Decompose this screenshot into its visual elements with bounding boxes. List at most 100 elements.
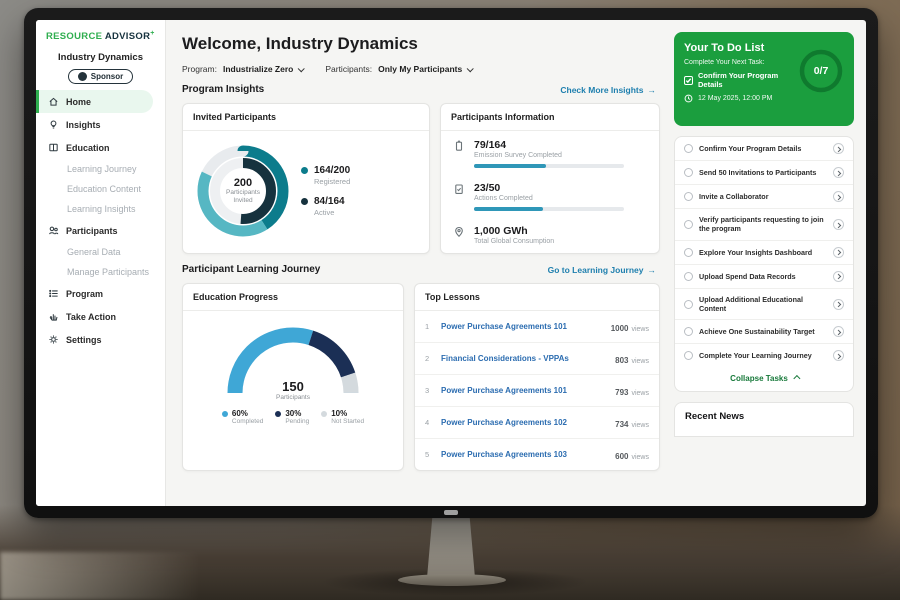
lesson-row[interactable]: 1 Power Purchase Agreements 101 1000view… [415,311,659,343]
sidebar-item-education[interactable]: Education [36,136,165,159]
chevron-right-icon[interactable] [833,167,844,178]
task-checkbox-icon[interactable] [684,220,693,229]
sidebar-item-settings[interactable]: Settings [36,328,165,351]
lesson-rank: 3 [425,386,433,395]
program-filter-label: Program: [182,64,217,74]
app-logo: RESOURCE ADVISOR+ [36,30,165,42]
sidebar-item-learning-journey[interactable]: Learning Journey [36,159,165,179]
stat-actions-completed: 23/50 Actions Completed [441,174,659,217]
donut-center-label: Participants Invited [220,189,266,205]
task-row[interactable]: Complete Your Learning Journey [675,344,853,367]
chevron-right-icon[interactable] [833,271,844,282]
lesson-views: 793 [615,388,628,397]
sidebar-item-participants[interactable]: Participants [36,219,165,242]
task-checkbox-icon[interactable] [684,192,693,201]
lesson-title-link[interactable]: Power Purchase Agreements 103 [441,450,607,459]
sidebar-item-education-content[interactable]: Education Content [36,179,165,199]
lesson-title-link[interactable]: Power Purchase Agreements 101 [441,322,603,331]
participants-select[interactable]: Only My Participants [378,64,472,74]
task-row[interactable]: Confirm Your Program Details [675,137,853,161]
go-to-learning-journey-link[interactable]: Go to Learning Journey → [548,265,656,275]
todo-progress-text: 0/7 [798,48,844,94]
task-checkbox-icon[interactable] [684,351,693,360]
legend-item-completed: 60% Completed [222,409,263,425]
sidebar-item-learning-insights[interactable]: Learning Insights [36,199,165,219]
task-row[interactable]: Upload Spend Data Records [675,265,853,289]
chevron-right-icon[interactable] [833,219,844,230]
lesson-title-link[interactable]: Financial Considerations - VPPAs [441,354,607,363]
chevron-right-icon[interactable] [833,299,844,310]
recent-news-card: Recent News [674,402,854,437]
task-checkbox-icon[interactable] [684,144,693,153]
task-row[interactable]: Verify participants requesting to join t… [675,209,853,241]
task-row[interactable]: Invite a Collaborator [675,185,853,209]
task-checkbox-icon[interactable] [684,248,693,257]
check-more-insights-link[interactable]: Check More Insights → [560,85,656,95]
sidebar: RESOURCE ADVISOR+ Industry Dynamics Spon… [36,20,166,506]
sidebar-item-label: Learning Insights [67,204,136,214]
sidebar-item-home[interactable]: Home [36,90,153,113]
clock-icon [684,94,693,103]
gauge-center-label: Participants [218,394,368,401]
gear-icon [48,334,59,345]
logo-resource: RESOURCE [46,31,102,42]
lesson-views-label: views [631,358,649,365]
sidebar-item-take-action[interactable]: Take Action [36,305,165,328]
education-progress-card: Education Progress 150 [182,283,404,471]
legend-label: Completed [232,418,263,425]
lesson-title-link[interactable]: Power Purchase Agreements 102 [441,418,607,427]
sponsor-icon [78,72,87,81]
participants-information-card: Participants Information 79/164 Emission… [440,103,660,254]
learning-journey-header: Participant Learning Journey Go to Learn… [182,264,656,275]
legend-dot [301,198,308,205]
collapse-tasks-button[interactable]: Collapse Tasks [675,367,853,391]
lesson-row[interactable]: 2 Financial Considerations - VPPAs 803vi… [415,343,659,375]
task-label: Confirm Your Program Details [699,144,827,153]
lesson-views-label: views [631,390,649,397]
battery-icon [453,140,465,152]
chevron-right-icon[interactable] [833,326,844,337]
link-label: Go to Learning Journey [548,265,644,275]
sidebar-item-insights[interactable]: Insights [36,113,165,136]
task-row[interactable]: Explore Your Insights Dashboard [675,241,853,265]
invited-donut-chart: 200 Participants Invited [191,139,295,243]
program-select[interactable]: Industrialize Zero [223,64,303,74]
invited-legend: 164/200 Registered 84/164 Active [301,165,350,217]
legend-label: Active [314,208,345,217]
lightbulb-icon [48,119,59,130]
chevron-right-icon[interactable] [833,191,844,202]
sidebar-item-general-data[interactable]: General Data [36,242,165,262]
sidebar-item-manage-participants[interactable]: Manage Participants [36,262,165,282]
chevron-right-icon[interactable] [833,143,844,154]
invited-participants-card: Invited Participants [182,103,430,254]
lesson-row[interactable]: 3 Power Purchase Agreements 101 793views [415,375,659,407]
lesson-title-link[interactable]: Power Purchase Agreements 101 [441,386,607,395]
chevron-right-icon[interactable] [833,350,844,361]
chevron-right-icon[interactable] [833,247,844,258]
task-row[interactable]: Achieve One Sustainability Target [675,320,853,344]
legend-item-active: 84/164 Active [301,196,350,217]
insights-cards-row: Invited Participants [182,103,660,254]
task-checkbox-icon[interactable] [684,168,693,177]
lesson-views: 1000 [611,324,629,333]
task-row[interactable]: Send 50 Invitations to Participants [675,161,853,185]
task-checkbox-icon[interactable] [684,300,693,309]
legend-dot [275,411,281,417]
lesson-row[interactable]: 4 Power Purchase Agreements 102 734views [415,407,659,439]
arrow-right-icon: → [648,85,657,95]
todo-next-task[interactable]: Confirm Your Program Details [684,71,802,89]
task-checkbox-icon[interactable] [684,327,693,336]
lesson-views-label: views [631,454,649,461]
checkbox-icon[interactable] [684,76,693,85]
clipboard-check-icon [453,183,465,195]
task-checkbox-icon[interactable] [684,272,693,281]
gauge-center-value: 150 [218,379,368,394]
donut-center-value: 200 [234,177,252,189]
sidebar-item-program[interactable]: Program [36,282,165,305]
card-title: Invited Participants [183,104,429,131]
lesson-row[interactable]: 5 Power Purchase Agreements 103 600views [415,439,659,470]
chevron-down-icon [467,65,474,72]
sidebar-item-label: Settings [66,335,102,345]
actions-progress-bar [474,207,624,211]
task-row[interactable]: Upload Additional Educational Content [675,289,853,321]
